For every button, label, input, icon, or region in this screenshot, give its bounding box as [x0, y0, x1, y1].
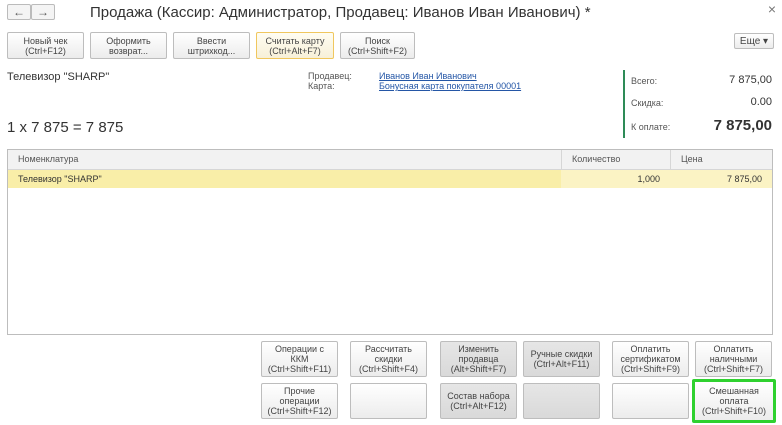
items-table: Номенклатура Количество Цена Телевизор "… [7, 149, 773, 335]
barcode-button[interactable]: Ввести штрихкод... [173, 32, 250, 59]
manual-discounts-button[interactable]: Ручные скидки (Ctrl+Alt+F11) [523, 341, 600, 377]
discount-label: Скидка: [631, 98, 664, 108]
arrow-right-icon: → [37, 5, 49, 19]
forward-button[interactable]: → [31, 4, 55, 20]
more-button[interactable]: Еще ▾ [734, 33, 774, 49]
cell-name: Телевизор "SHARP" [18, 174, 102, 184]
mixed-payment-button[interactable]: Смешанная оплата (Ctrl+Shift+F10) [692, 379, 776, 423]
change-seller-button[interactable]: Изменить продавца (Alt+Shift+F7) [440, 341, 517, 377]
back-button[interactable]: ← [7, 4, 31, 20]
kit-contents-button[interactable]: Состав набора (Ctrl+Alt+F12) [440, 383, 517, 419]
pay-cash-button[interactable]: Оплатить наличными (Ctrl+Shift+F7) [695, 341, 772, 377]
column-header-name[interactable]: Номенклатура [8, 150, 561, 169]
other-operations-button[interactable]: Прочие операции (Ctrl+Shift+F12) [261, 383, 338, 419]
seller-label: Продавец: [308, 71, 352, 81]
current-item-name: Телевизор "SHARP" [7, 71, 110, 83]
total-label: Всего: [631, 76, 658, 86]
discount-value: 0.00 [750, 96, 772, 108]
card-label: Карта: [308, 81, 335, 91]
cell-quantity: 1,000 [561, 170, 670, 188]
column-header-quantity[interactable]: Количество [561, 150, 670, 169]
calculation-line: 1 x 7 875 = 7 875 [7, 119, 124, 136]
empty-action-button[interactable] [523, 383, 600, 419]
arrow-left-icon: ← [13, 5, 25, 19]
table-row[interactable]: Телевизор "SHARP" 1,000 7 875,00 [8, 170, 772, 188]
column-header-price[interactable]: Цена [670, 150, 772, 169]
empty-action-button[interactable] [350, 383, 427, 419]
table-header: Номенклатура Количество Цена [8, 150, 772, 170]
kkm-operations-button[interactable]: Операции с ККМ (Ctrl+Shift+F11) [261, 341, 338, 377]
pay-certificate-button[interactable]: Оплатить сертификатом (Ctrl+Shift+F9) [612, 341, 689, 377]
seller-link[interactable]: Иванов Иван Иванович [379, 71, 477, 81]
cell-price: 7 875,00 [670, 170, 772, 188]
to-pay-label: К оплате: [631, 122, 671, 132]
new-receipt-button[interactable]: Новый чек (Ctrl+F12) [7, 32, 84, 59]
total-value: 7 875,00 [729, 74, 772, 86]
read-card-button[interactable]: Считать карту (Ctrl+Alt+F7) [256, 32, 334, 59]
search-button[interactable]: Поиск (Ctrl+Shift+F2) [340, 32, 415, 59]
close-icon[interactable]: × [768, 1, 776, 17]
to-pay-value: 7 875,00 [713, 117, 772, 134]
totals-accent-bar [623, 70, 625, 138]
window-title: Продажа (Кассир: Администратор, Продавец… [90, 4, 591, 21]
return-button[interactable]: Оформить возврат... [90, 32, 167, 59]
empty-action-button[interactable] [612, 383, 689, 419]
card-link[interactable]: Бонусная карта покупателя 00001 [379, 81, 521, 91]
calculate-discounts-button[interactable]: Рассчитать скидки (Ctrl+Shift+F4) [350, 341, 427, 377]
